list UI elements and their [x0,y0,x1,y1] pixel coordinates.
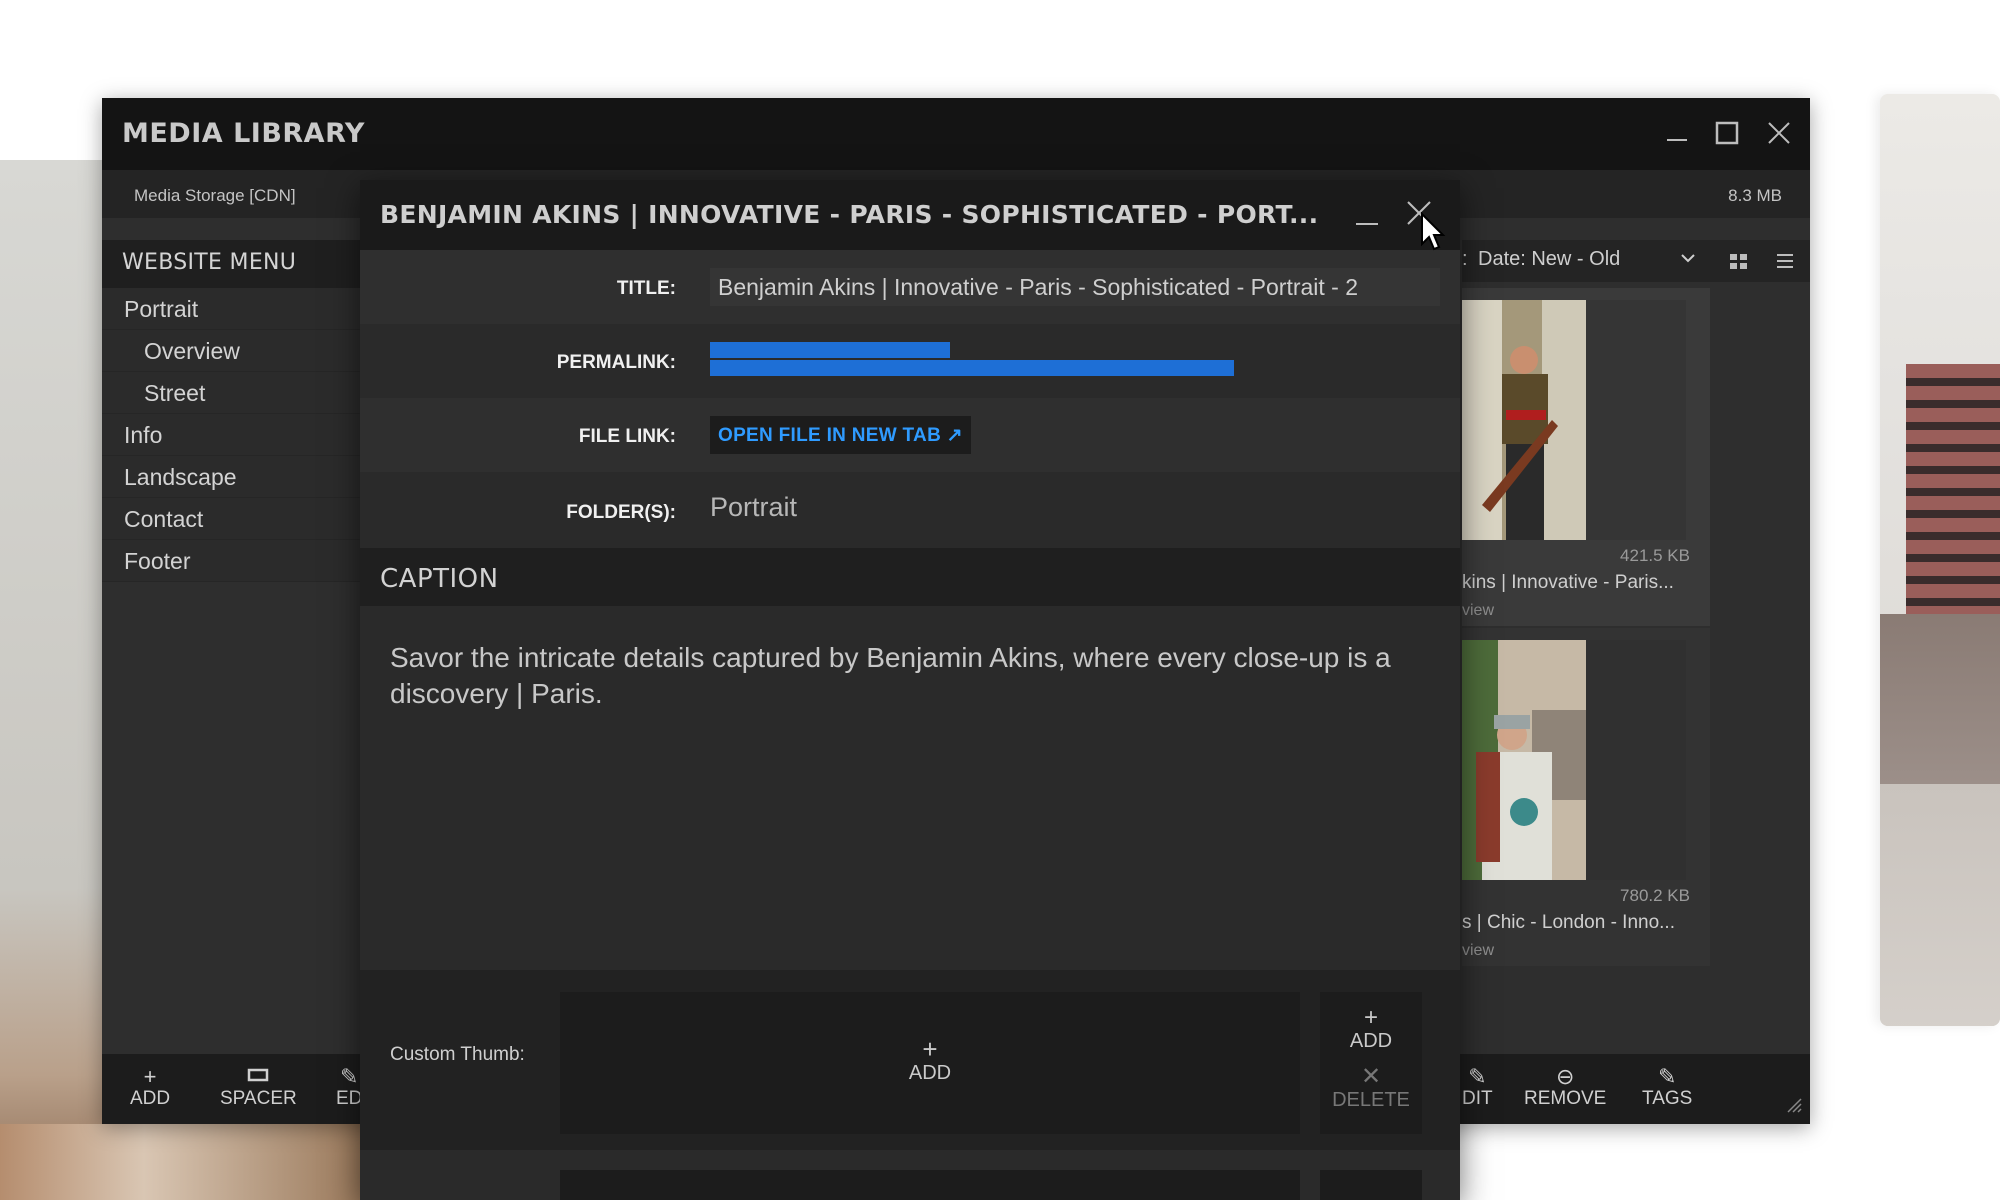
custom-thumb-dropzone[interactable]: + ADD [560,992,1300,1134]
file-folder: view [1462,602,1495,619]
pencil-icon: ✎ [339,1064,359,1089]
add-button[interactable]: + ADD [130,1066,170,1110]
storage-size: 8.3 MB [1728,186,1782,205]
remove-button[interactable]: ⊖ REMOVE [1524,1066,1606,1110]
caption-textarea[interactable]: Savor the intricate details captured by … [390,640,1440,712]
plus-icon: + [143,1064,157,1089]
sidebar-heading: WEBSITE MENU [102,240,362,288]
permalink-label: PERMALINK: [556,352,676,373]
media-card[interactable]: 421.5 KB kins | Innovative - Paris... vi… [1462,288,1710,626]
resize-grip-icon[interactable] [1784,1095,1802,1118]
folder-label: FOLDER(S): [566,502,676,523]
file-name: kins | Innovative - Paris... [1462,572,1674,593]
open-file-new-tab-button[interactable]: OPEN FILE IN NEW TAB ↗ [710,416,971,454]
custom-thumb-row: Custom Thumb: + ADD + ADD ✕ DELETE [360,970,1460,1150]
sidebar-item-landscape[interactable]: Landscape [102,456,362,498]
close-icon[interactable] [1764,118,1794,148]
mouse-cursor-icon [1420,211,1446,254]
sidebar-item-street[interactable]: Street [102,372,362,414]
next-thumb-row [360,1150,1460,1200]
permalink-selection-line-1 [710,342,950,358]
modal-header: BENJAMIN AKINS | INNOVATIVE - PARIS - SO… [360,180,1460,250]
minimize-icon[interactable] [1352,202,1382,237]
edit-button-left[interactable]: ✎ ED [336,1066,362,1110]
filelink-label: FILE LINK: [578,426,676,447]
title-label: TITLE: [616,278,676,299]
permalink-value[interactable] [710,342,1234,376]
media-card[interactable]: 780.2 KB s | Chic - London - Inno... vie… [1462,628,1710,966]
caption-heading: CAPTION [380,564,499,594]
plus-icon: + [922,1034,938,1064]
caption-heading-bar: CAPTION [360,548,1460,606]
plus-icon: + [1363,1004,1378,1031]
modal-title: BENJAMIN AKINS | INNOVATIVE - PARIS - SO… [380,200,1319,229]
minimize-icon[interactable] [1662,118,1692,148]
pencil-icon: ✎ [1657,1064,1677,1089]
sidebar-item-overview[interactable]: Overview [102,330,362,372]
x-icon: ✕ [1360,1063,1382,1090]
grid-view-icon[interactable] [1728,250,1750,277]
spacer-icon [220,1066,297,1088]
thumb-delete-button[interactable]: DELETE [1320,1089,1422,1112]
file-size: 421.5 KB [1620,546,1690,565]
background-photo-bottom [0,1124,360,1200]
sort-selected: Date: New - Old [1478,248,1621,270]
spacer-button[interactable]: SPACER [220,1066,297,1110]
file-folder: view [1462,942,1495,959]
maximize-icon[interactable] [1712,118,1742,148]
thumb-actions[interactable] [1320,1170,1422,1200]
sidebar-item-footer[interactable]: Footer [102,540,362,582]
sidebar-item-contact[interactable]: Contact [102,498,362,540]
media-detail-modal: BENJAMIN AKINS | INNOVATIVE - PARIS - SO… [360,180,1460,1200]
sort-bar: : Date: New - Old [1462,240,1810,282]
website-menu-sidebar: WEBSITE MENU Portrait Overview Street In… [102,240,362,680]
remove-icon: ⊖ [1555,1064,1575,1089]
list-view-icon[interactable] [1774,250,1796,277]
pencil-icon: ✎ [1468,1064,1487,1089]
thumb-add-button[interactable]: ADD [1350,1030,1392,1052]
window-titlebar: MEDIA LIBRARY [102,98,1810,170]
title-input[interactable]: Benjamin Akins | Innovative - Paris - So… [710,268,1440,306]
window-title: MEDIA LIBRARY [122,118,365,149]
media-thumbnail [1462,300,1586,540]
media-thumbnail [1462,640,1586,880]
custom-thumb-label: Custom Thumb: [390,1044,525,1065]
background-photo-left [0,160,102,1200]
folder-row: FOLDER(S): [360,472,1460,548]
sidebar-item-info[interactable]: Info [102,414,362,456]
folder-value: Portrait [710,492,798,522]
storage-label: Media Storage [CDN] [134,186,296,205]
file-size: 780.2 KB [1620,886,1690,905]
file-name: s | Chic - London - Inno... [1462,912,1675,933]
dropzone[interactable] [560,1170,1300,1200]
thumb-add-label: ADD [908,1062,952,1084]
sort-dropdown[interactable]: Date: New - Old [1478,248,1698,271]
chevron-down-icon [1678,248,1698,274]
edit-button[interactable]: ✎ DIT [1462,1066,1493,1110]
tags-button[interactable]: ✎ TAGS [1642,1066,1692,1110]
thumb-actions: + ADD ✕ DELETE [1320,992,1422,1134]
permalink-selection-line-2 [710,360,1234,376]
background-photo-right [1880,94,2000,1026]
sidebar-item-portrait[interactable]: Portrait [102,288,362,330]
sort-prefix: : [1462,248,1468,270]
